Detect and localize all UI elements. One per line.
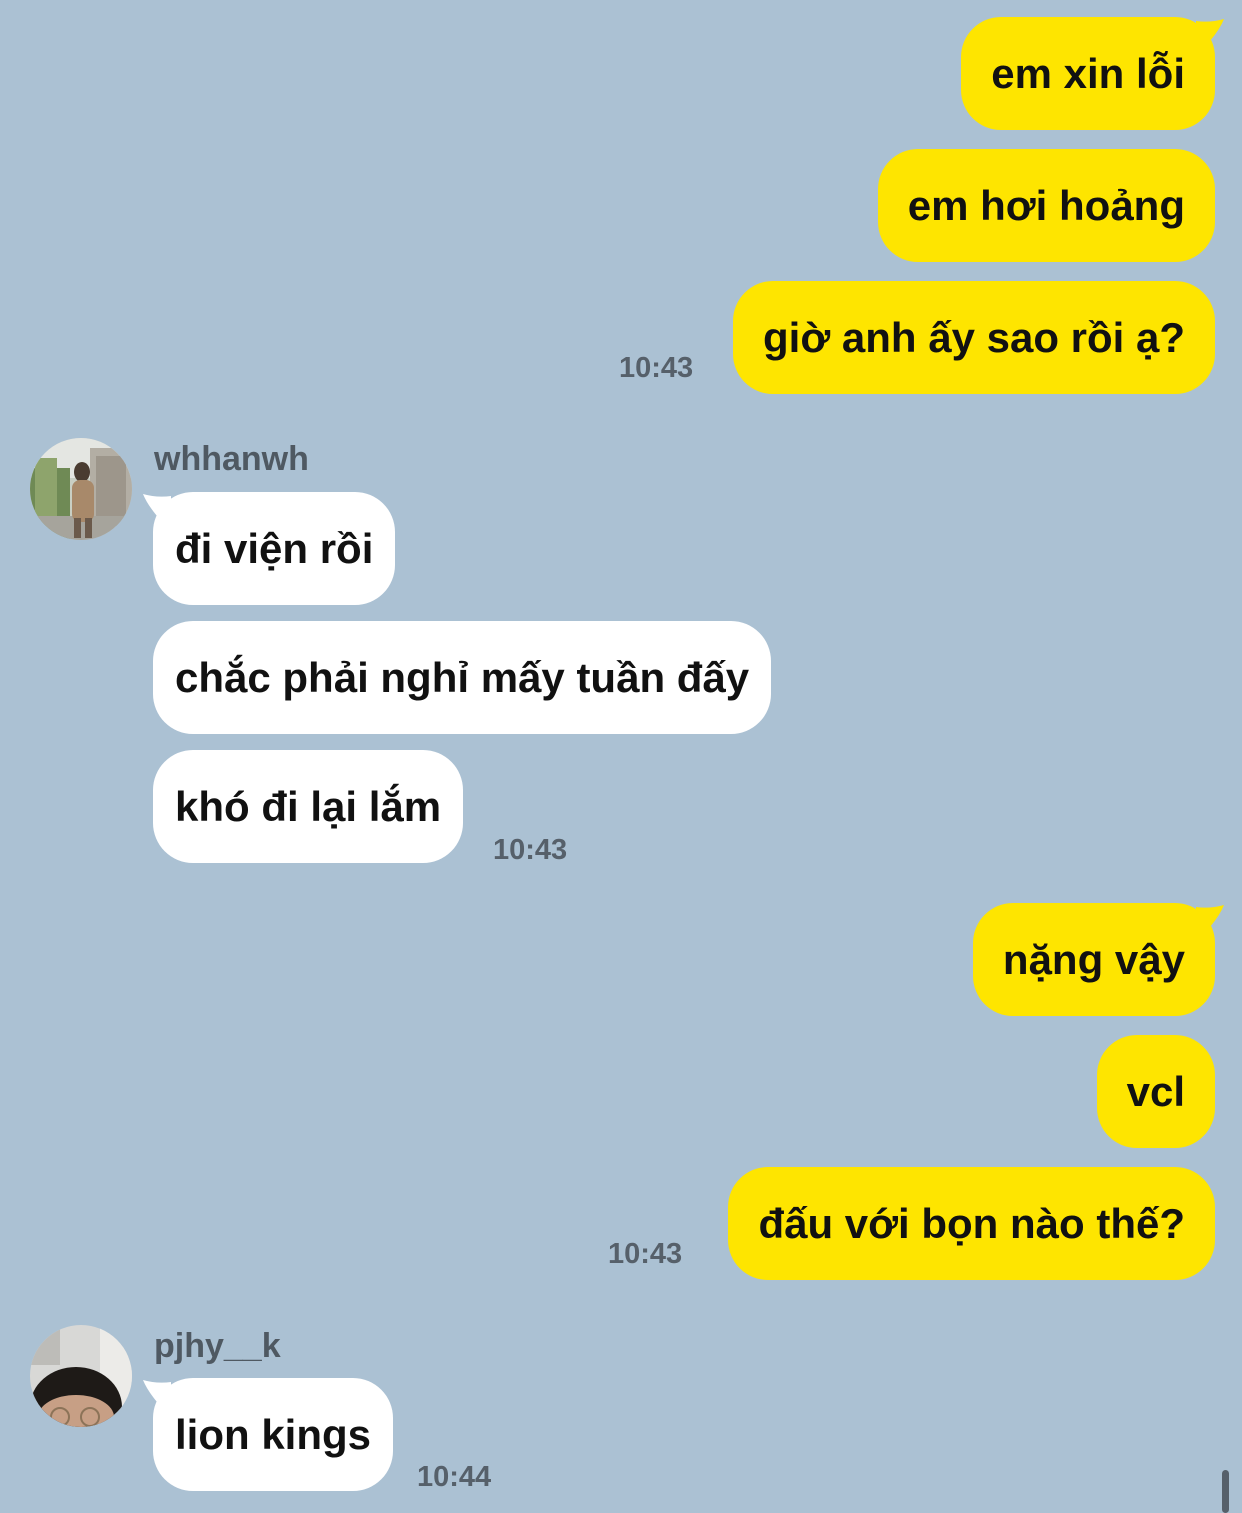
message-timestamp: 10:43 (608, 1238, 683, 1270)
message-text: khó đi lại lắm (175, 782, 442, 830)
incoming-message[interactable]: đi viện rồi (153, 492, 396, 605)
message-text: giờ anh ấy sao rồi ạ? (763, 313, 1185, 361)
message-timestamp: 10:43 (493, 834, 568, 866)
message-text: chắc phải nghỉ mấy tuần đấy (175, 653, 750, 701)
message-timestamp: 10:44 (417, 1461, 492, 1493)
outgoing-message[interactable]: nặng vậy (972, 903, 1215, 1016)
sender-name: whhanwh (154, 440, 309, 478)
outgoing-message[interactable]: giờ anh ấy sao rồi ạ? (733, 281, 1215, 394)
incoming-message[interactable]: chắc phải nghỉ mấy tuần đấy (153, 621, 772, 734)
message-text: em xin lỗi (991, 49, 1185, 97)
message-text: lion kings (175, 1410, 372, 1458)
message-text: đấu với bọn nào thế? (758, 1199, 1185, 1247)
avatar[interactable] (30, 1325, 132, 1427)
scrollbar[interactable] (1222, 1470, 1229, 1513)
message-text: vcl (1126, 1067, 1185, 1115)
incoming-message[interactable]: lion kings (153, 1378, 394, 1491)
avatar[interactable] (30, 438, 132, 540)
message-text: đi viện rồi (175, 524, 374, 572)
message-text: nặng vậy (1002, 935, 1185, 983)
message-timestamp: 10:43 (619, 352, 694, 384)
message-text: em hơi hoảng (907, 181, 1185, 229)
sender-name: pjhy__k (154, 1327, 281, 1365)
avatar-photo-person-icon (30, 438, 132, 540)
outgoing-message[interactable]: vcl (1096, 1035, 1215, 1148)
outgoing-message[interactable]: em hơi hoảng (877, 149, 1215, 262)
avatar-photo-face-icon (30, 1325, 132, 1427)
incoming-message[interactable]: khó đi lại lắm (153, 750, 464, 863)
outgoing-message[interactable]: em xin lỗi (961, 17, 1215, 130)
outgoing-message[interactable]: đấu với bọn nào thế? (728, 1167, 1215, 1280)
